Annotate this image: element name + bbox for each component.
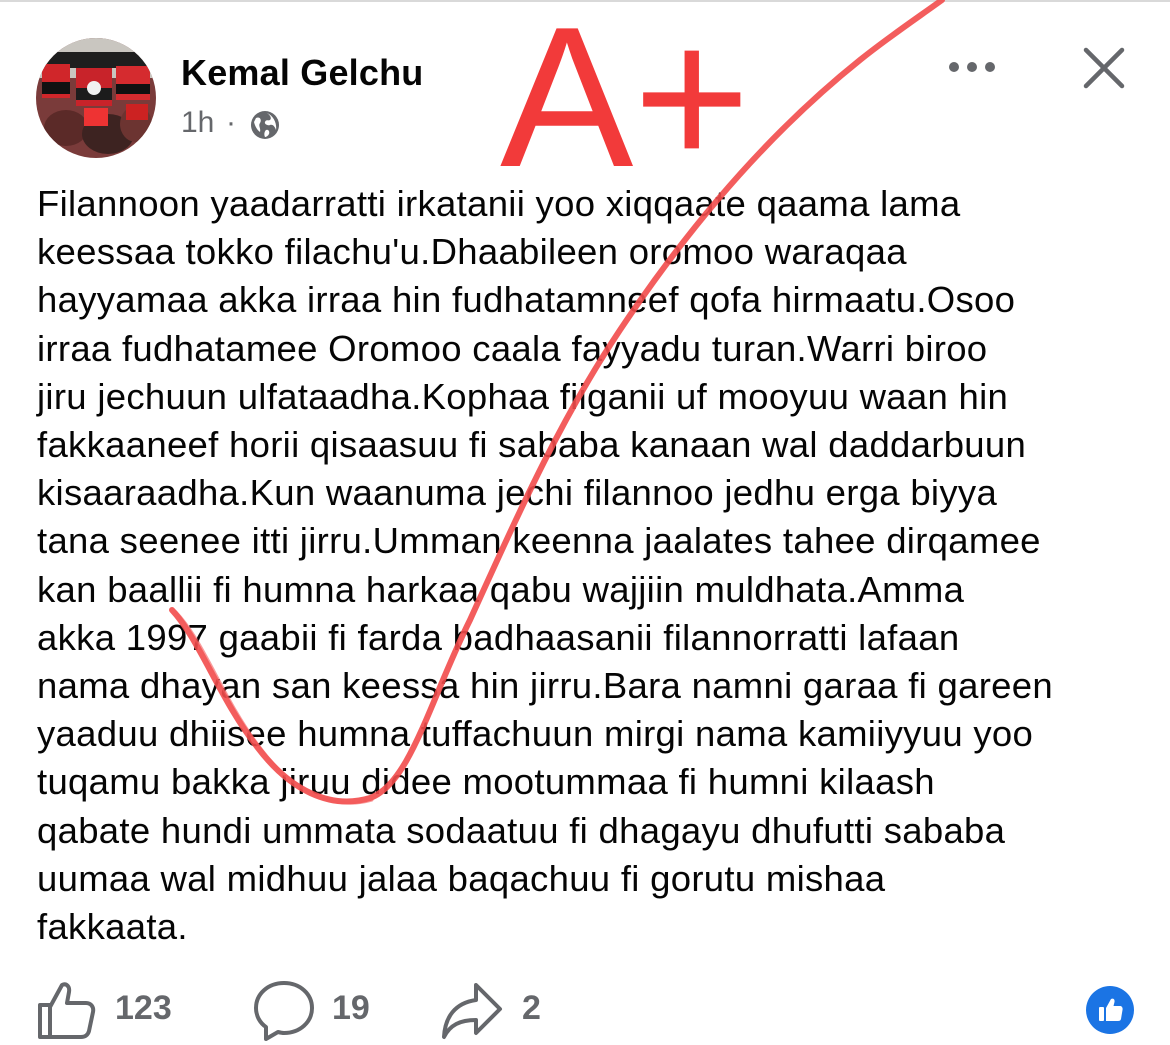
comment-count: 19 <box>332 989 370 1027</box>
share-count: 2 <box>522 989 541 1027</box>
post-actions-bar: 123 19 2 <box>0 975 1170 1045</box>
like-count: 123 <box>115 989 172 1027</box>
share-icon <box>442 983 502 1039</box>
avatar[interactable] <box>36 38 156 158</box>
comment-icon <box>254 981 314 1041</box>
post-text: Filannoon yaadarratti irkatanii yoo xiqq… <box>37 183 1053 948</box>
thumbs-up-icon <box>38 982 96 1039</box>
like-reaction-icon <box>1099 998 1123 1021</box>
post-timestamp[interactable]: 1h <box>181 106 214 140</box>
more-horizontal-icon[interactable] <box>944 52 1000 82</box>
share-button[interactable]: 2 <box>440 975 550 1045</box>
like-button[interactable]: 123 <box>36 975 186 1045</box>
globe-icon <box>251 111 279 139</box>
avatar-image <box>36 38 156 158</box>
grade-annotation: A+ <box>500 0 751 209</box>
author-name[interactable]: Kemal Gelchu <box>181 52 423 94</box>
timestamp-separator: · <box>226 106 236 139</box>
like-reaction-badge[interactable] <box>1086 986 1134 1034</box>
comment-button[interactable]: 19 <box>252 975 382 1045</box>
close-icon[interactable] <box>1080 44 1128 92</box>
